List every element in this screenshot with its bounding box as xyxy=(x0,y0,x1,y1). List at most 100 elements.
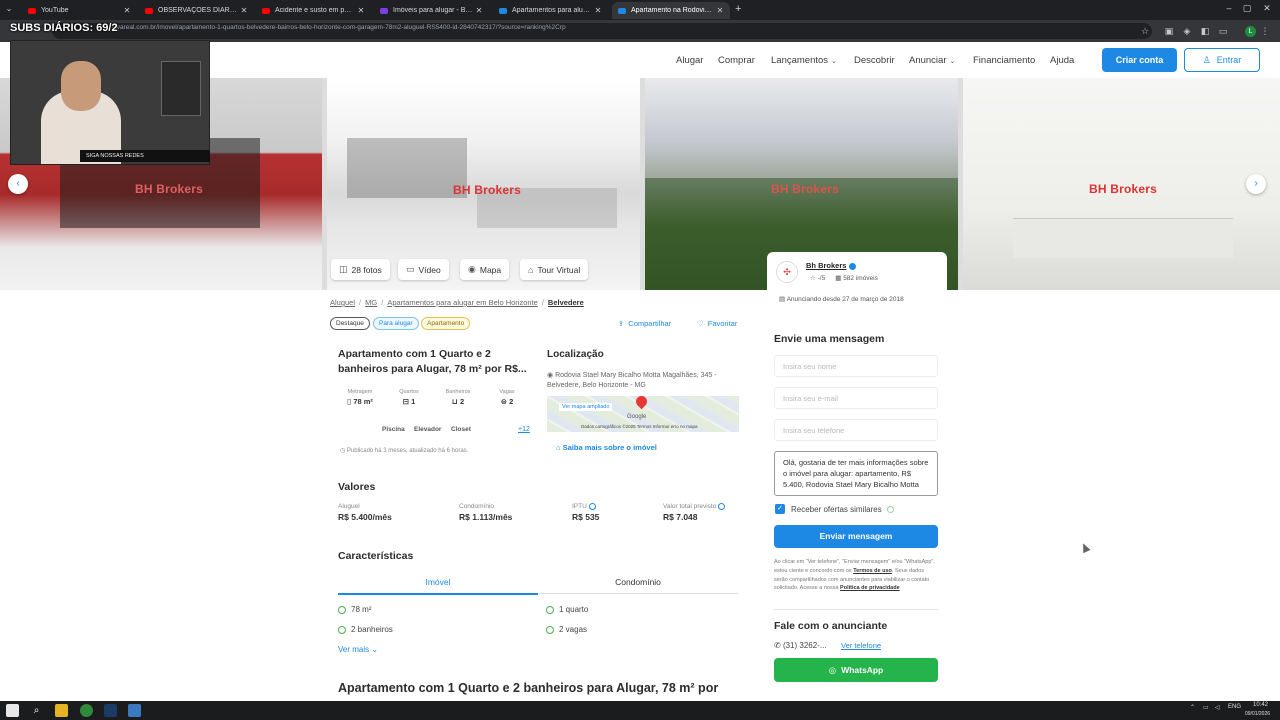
nav-comprar[interactable]: Comprar xyxy=(718,55,755,66)
nav-ajuda[interactable]: Ajuda xyxy=(1050,55,1074,66)
message-textarea[interactable]: Olá, gostaria de ter mais informações so… xyxy=(774,451,938,496)
gallery-next-button[interactable]: › xyxy=(1246,174,1266,194)
favorite-button[interactable]: ♡ Favoritar xyxy=(697,319,737,328)
breadcrumb-city[interactable]: Apartamentos para alugar em Belo Horizon… xyxy=(387,298,538,307)
gallery-prev-button[interactable]: ‹ xyxy=(8,174,28,194)
puzzle-icon[interactable]: ◧ xyxy=(1198,24,1212,38)
chrome-icon[interactable] xyxy=(80,704,93,717)
nav-lancamentos[interactable]: Lançamentos ⌄ xyxy=(771,55,837,66)
map-button[interactable]: ◉ Mapa xyxy=(460,259,510,280)
tray-chevron-icon[interactable]: ⌃ xyxy=(1190,704,1195,711)
tab-search-icon[interactable]: ⌄ xyxy=(3,4,15,16)
breadcrumb-aluguel[interactable]: Aluguel xyxy=(330,298,355,307)
close-icon[interactable]: ✕ xyxy=(714,6,726,15)
similar-offers-checkbox[interactable]: ✓ xyxy=(775,504,785,514)
video-button[interactable]: ▭ Vídeo xyxy=(398,259,449,280)
close-icon[interactable]: ✕ xyxy=(238,6,250,15)
feature-item: 2 vagas xyxy=(546,625,587,634)
nav-financiamento[interactable]: Financiamento xyxy=(973,55,1035,66)
windows-start-icon[interactable] xyxy=(6,704,19,717)
send-message-button[interactable]: Enviar mensagem xyxy=(774,525,938,548)
translate-icon[interactable]: ▣ xyxy=(1162,24,1176,38)
gallery-photo[interactable]: BH Brokers xyxy=(963,78,1280,290)
menu-kebab-icon[interactable]: ⋮ xyxy=(1258,24,1272,38)
breadcrumb-mg[interactable]: MG xyxy=(365,298,377,307)
photo-counter xyxy=(1013,218,1233,258)
phone-input[interactable] xyxy=(774,419,938,441)
bath-icon: ⊔ xyxy=(451,397,460,406)
map-pin-icon: ◉ xyxy=(468,264,476,274)
email-input[interactable] xyxy=(774,387,938,409)
close-icon[interactable]: ✕ xyxy=(355,6,367,15)
video-label: Vídeo xyxy=(418,264,441,275)
user-icon: ♙ xyxy=(1202,55,1211,65)
steam-icon[interactable] xyxy=(104,704,117,717)
map-enlarge-link[interactable]: Ver mapa ampliado xyxy=(559,403,613,411)
create-account-button[interactable]: Criar conta xyxy=(1102,48,1177,72)
location-map[interactable]: Ver mapa ampliado Google Dados cartográf… xyxy=(547,396,739,432)
login-button[interactable]: ♙ Entrar xyxy=(1184,48,1260,72)
close-icon[interactable]: ✕ xyxy=(121,6,133,15)
app-icon[interactable] xyxy=(128,704,141,717)
info-icon[interactable] xyxy=(588,503,596,510)
search-icon[interactable]: ⌕ xyxy=(30,704,43,717)
clock-time[interactable]: 10:42 xyxy=(1253,702,1268,708)
network-icon[interactable]: ▭ xyxy=(1203,704,1209,711)
nav-anunciar[interactable]: Anunciar ⌄ xyxy=(909,55,955,66)
volume-icon[interactable]: ◁ xyxy=(1215,704,1220,711)
virtual-tour-button[interactable]: ⌂ Tour Virtual xyxy=(520,259,589,280)
learn-more-link[interactable]: ⌂ Saiba mais sobre o imóvel xyxy=(556,443,657,452)
webcam-overlay xyxy=(10,40,210,165)
message-form-title: Envie uma mensagem xyxy=(774,333,885,345)
photo-kitchen xyxy=(347,138,467,198)
stat-banheiros: Banheiros ⊔ 2 xyxy=(438,389,478,406)
privacy-link[interactable]: Política de privacidade xyxy=(840,585,900,591)
terms-link[interactable]: Termos de uso xyxy=(853,568,892,574)
nav-alugar[interactable]: Alugar xyxy=(676,55,703,66)
similar-offers-row[interactable]: ✓ Receber ofertas similares xyxy=(775,504,894,514)
info-icon[interactable] xyxy=(886,505,894,513)
bookmark-star-icon[interactable]: ☆ xyxy=(1138,24,1152,38)
see-more-link[interactable]: Ver mais ⌄ xyxy=(338,645,378,654)
share-button[interactable]: ⇪ Compartilhar xyxy=(618,319,671,328)
tab-imovel[interactable]: Imóvel xyxy=(338,577,538,595)
tab-condominio[interactable]: Condomínio xyxy=(538,577,738,594)
browser-tab[interactable]: Apartamentos para alugar em ✕ xyxy=(493,2,608,19)
photos-button[interactable]: ◫ 28 fotos xyxy=(331,259,390,280)
nav-descobrir[interactable]: Descobrir xyxy=(854,55,895,66)
minimize-icon[interactable]: – xyxy=(1220,3,1238,13)
amenities-more-link[interactable]: +12 xyxy=(518,426,530,433)
chevron-down-icon: ⌄ xyxy=(371,645,379,654)
close-icon[interactable]: ✕ xyxy=(473,6,485,15)
info-icon[interactable] xyxy=(718,503,726,510)
show-phone-link[interactable]: Ver telefone xyxy=(841,641,881,650)
url-text: vivareal.com.br/imovel/apartamento-1-qua… xyxy=(112,24,566,31)
new-tab-icon[interactable]: + xyxy=(735,3,741,15)
clock-date[interactable]: 09/01/2026 xyxy=(1245,711,1270,717)
profile-avatar[interactable]: L xyxy=(1245,26,1256,37)
sidepanel-icon[interactable]: ▭ xyxy=(1216,24,1230,38)
close-icon[interactable]: ✕ xyxy=(592,6,604,15)
browser-tab[interactable]: Imóveis para alugar - Belo Hor ✕ xyxy=(374,2,489,19)
browser-tab[interactable]: OBSERVAÇÕES DIÁRIAS (EP.30 ✕ xyxy=(139,2,254,19)
browser-tab-active[interactable]: Apartamento na Rodovia Stael ✕ xyxy=(612,2,730,19)
whatsapp-button[interactable]: ◎ WhatsApp xyxy=(774,658,938,682)
pc-case xyxy=(161,61,201,116)
valor-iptu: IPTU R$ 535 xyxy=(572,503,599,522)
browser-tab[interactable]: Acidente e susto em posto na ✕ xyxy=(256,2,371,19)
location-title: Localização xyxy=(547,349,604,360)
file-explorer-icon[interactable] xyxy=(55,704,68,717)
stat-value: ⊟ 1 xyxy=(389,397,429,406)
keyboard-language[interactable]: ENG xyxy=(1228,704,1241,710)
broker-name[interactable]: Bh Brokers xyxy=(806,261,857,270)
valor-value: R$ 1.113/mês xyxy=(459,512,513,522)
window-close-icon[interactable]: ✕ xyxy=(1258,3,1276,14)
maximize-icon[interactable]: ▢ xyxy=(1238,3,1256,14)
stat-quartos: Quartos ⊟ 1 xyxy=(389,389,429,406)
breadcrumb-current[interactable]: Belvedere xyxy=(548,298,584,307)
video-icon: ▭ xyxy=(406,264,415,274)
extension-icon[interactable]: ◈ xyxy=(1180,24,1194,38)
browser-tab[interactable]: YouTube ✕ xyxy=(22,2,137,19)
name-input[interactable] xyxy=(774,355,938,377)
broker-logo[interactable]: ✣ xyxy=(776,261,798,283)
